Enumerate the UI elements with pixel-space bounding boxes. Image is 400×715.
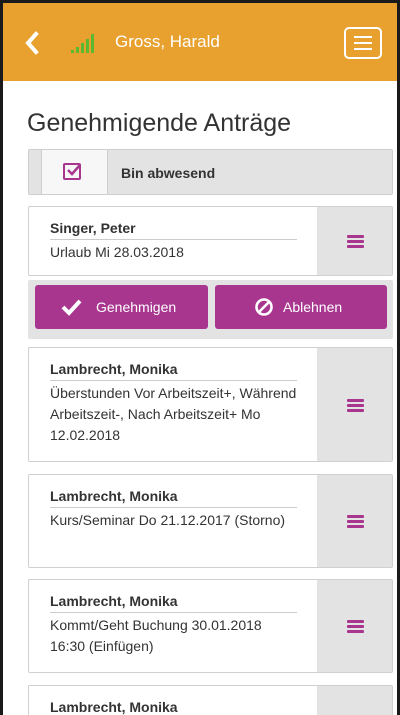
request-actions: Genehmigen Ablehnen: [28, 280, 393, 339]
approve-button[interactable]: Genehmigen: [35, 285, 208, 329]
main-menu-button[interactable]: [344, 27, 382, 59]
user-name: Gross, Harald: [115, 32, 220, 51]
checkmark-icon: [61, 299, 82, 316]
requester-name: Lambrecht, Monika: [50, 361, 297, 381]
hamburger-menu-icon: [347, 515, 364, 528]
back-button[interactable]: [21, 27, 45, 59]
absent-label: Bin abwesend: [121, 165, 216, 181]
reject-button[interactable]: Ablehnen: [215, 285, 387, 329]
requester-name: Lambrecht, Monika: [50, 593, 297, 613]
page-title: Genehmigende Anträge: [27, 109, 292, 137]
request-card[interactable]: Singer, Peter Urlaub Mi 28.03.2018: [28, 206, 393, 276]
hamburger-menu-icon: [347, 620, 364, 633]
absent-toggle-row: Bin abwesend: [28, 149, 393, 195]
request-detail: Kommt/Geht Buchung 30.01.2018 16:30 (Ein…: [50, 617, 262, 654]
requester-name: Lambrecht, Monika: [50, 699, 178, 715]
request-card[interactable]: Lambrecht, Monika: [28, 685, 393, 715]
request-detail: Überstunden Vor Arbeitszeit+, Während Ar…: [50, 385, 297, 443]
checkmark-icon: [67, 164, 81, 176]
request-card[interactable]: Lambrecht, Monika Kurs/Seminar Do 21.12.…: [28, 474, 393, 568]
request-card[interactable]: Lambrecht, Monika Kommt/Geht Buchung 30.…: [28, 579, 393, 673]
request-menu-button[interactable]: [317, 348, 392, 461]
top-bar: Gross, Harald: [3, 3, 397, 81]
hamburger-menu-icon: [347, 398, 364, 412]
request-detail: Urlaub Mi 28.03.2018: [50, 244, 184, 260]
request-detail: Kurs/Seminar Do 21.12.2017 (Storno): [50, 512, 286, 528]
reject-label: Ablehnen: [283, 299, 343, 315]
request-menu-button[interactable]: [317, 580, 392, 672]
request-card[interactable]: Lambrecht, Monika Überstunden Vor Arbeit…: [28, 347, 393, 462]
hamburger-menu-icon: [347, 235, 364, 248]
request-menu-button[interactable]: [317, 475, 392, 567]
app-frame: Gross, Harald Genehmigende Anträge Bin a…: [0, 0, 400, 715]
approve-label: Genehmigen: [96, 299, 177, 315]
request-menu-button[interactable]: [317, 207, 392, 275]
chevron-left-icon: [25, 31, 39, 55]
prohibit-icon: [255, 298, 273, 316]
hamburger-menu-icon: [354, 36, 372, 38]
requester-name: Lambrecht, Monika: [50, 488, 297, 508]
signal-strength-icon: [71, 33, 97, 53]
absent-checkbox[interactable]: [41, 150, 108, 194]
request-menu-button[interactable]: [317, 686, 392, 715]
requester-name: Singer, Peter: [50, 220, 297, 240]
